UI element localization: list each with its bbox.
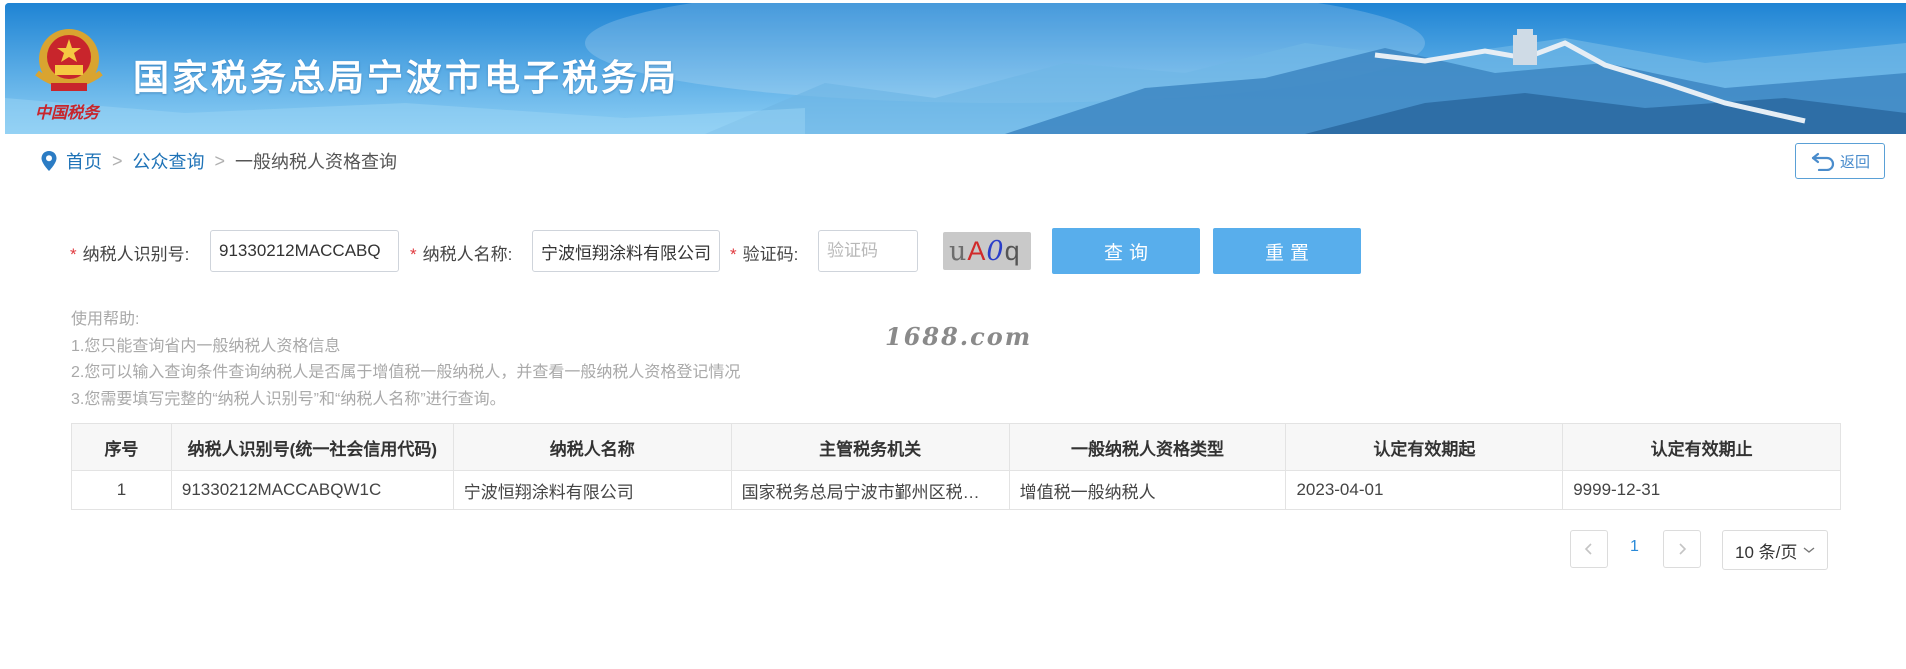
table-header-row: 序号 纳税人识别号(统一社会信用代码) 纳税人名称 主管税务机关 一般纳税人资格… [71,423,1841,471]
help-line: 1.您只能查询省内一般纳税人资格信息 [71,337,341,355]
reset-button[interactable]: 重置 [1213,228,1361,274]
table-cell: 国家税务总局宁波市鄞州区税… [730,470,1010,510]
back-button-label: 返回 [1839,153,1870,171]
china-tax-calligraphy-logo: 中国税务 [35,103,101,122]
tax-emblem-icon [35,29,103,91]
chevron-down-icon [1803,547,1815,553]
table-row: 1 91330212MACCABQW1C 宁波恒翔涂料有限公司 国家税务总局宁波… [71,470,1841,510]
help-line: 2.您可以输入查询条件查询纳税人是否属于增值税一般纳税人，并查看一般纳税人资格登… [71,364,741,381]
taxpayer-id-input[interactable] [210,230,399,272]
column-header: 序号 [71,423,172,471]
breadcrumb-home-link[interactable]: 首页 [66,148,102,174]
column-header: 纳税人名称 [452,423,732,471]
breadcrumb-separator: > [112,150,123,171]
taxpayer-name-label: * 纳税人名称: [410,245,513,264]
column-header: 一般纳税人资格类型 [1008,423,1287,471]
location-pin-icon [41,151,57,171]
watermark: 1688.com [885,322,1033,351]
breadcrumb-public-query-link[interactable]: 公众查询 [133,148,205,174]
current-page-number[interactable]: 1 [1630,538,1639,556]
captcha-image[interactable]: u A 0 q [943,232,1031,270]
column-header: 主管税务机关 [730,423,1010,471]
breadcrumb: 首页 > 公众查询 > 一般纳税人资格查询 [40,148,397,174]
site-title: 国家税务总局宁波市电子税务局 [133,58,680,99]
header-banner: 中国税务 国家税务总局宁波市电子税务局 [5,3,1906,134]
table-cell: 2023-04-01 [1285,470,1564,510]
result-table: 序号 纳税人识别号(统一社会信用代码) 纳税人名称 主管税务机关 一般纳税人资格… [71,423,1841,510]
column-header: 认定有效期起 [1285,423,1564,471]
breadcrumb-separator: > [214,150,226,171]
page-size-select[interactable]: 10 条/页 [1722,530,1828,570]
chevron-right-icon [1679,543,1687,555]
prev-page-button[interactable] [1570,530,1608,568]
table-cell: 1 [71,470,172,510]
usage-help: 使用帮助: 1.您只能查询省内一般纳税人资格信息 2.您可以输入查询条件查询纳税… [71,307,740,413]
page-size-value: 10 条/页 [1735,542,1798,562]
captcha-input[interactable] [818,230,918,272]
table-cell: 91330212MACCABQW1C [170,470,454,510]
captcha-label: * 验证码: [730,245,799,264]
taxpayer-name-input[interactable] [532,230,720,272]
column-header: 纳税人识别号(统一社会信用代码) [170,423,454,471]
column-header: 认定有效期止 [1562,423,1841,471]
table-cell: 增值税一般纳税人 [1008,470,1287,510]
breadcrumb-current: 一般纳税人资格查询 [235,152,398,172]
chevron-left-icon [1584,543,1592,555]
next-page-button[interactable] [1663,530,1701,568]
help-title: 使用帮助: [71,311,140,328]
taxpayer-id-label: * 纳税人识别号: [70,245,190,264]
search-button[interactable]: 查询 [1052,228,1200,274]
back-button[interactable]: 返回 [1795,143,1885,179]
return-arrow-icon [1811,152,1835,171]
svg-text:中国税务: 中国税务 [35,103,101,122]
help-line: 3.您需要填写完整的“纳税人识别号”和“纳税人名称”进行查询。 [71,390,506,408]
table-cell: 宁波恒翔涂料有限公司 [452,470,732,510]
table-cell: 9999-12-31 [1562,470,1841,510]
